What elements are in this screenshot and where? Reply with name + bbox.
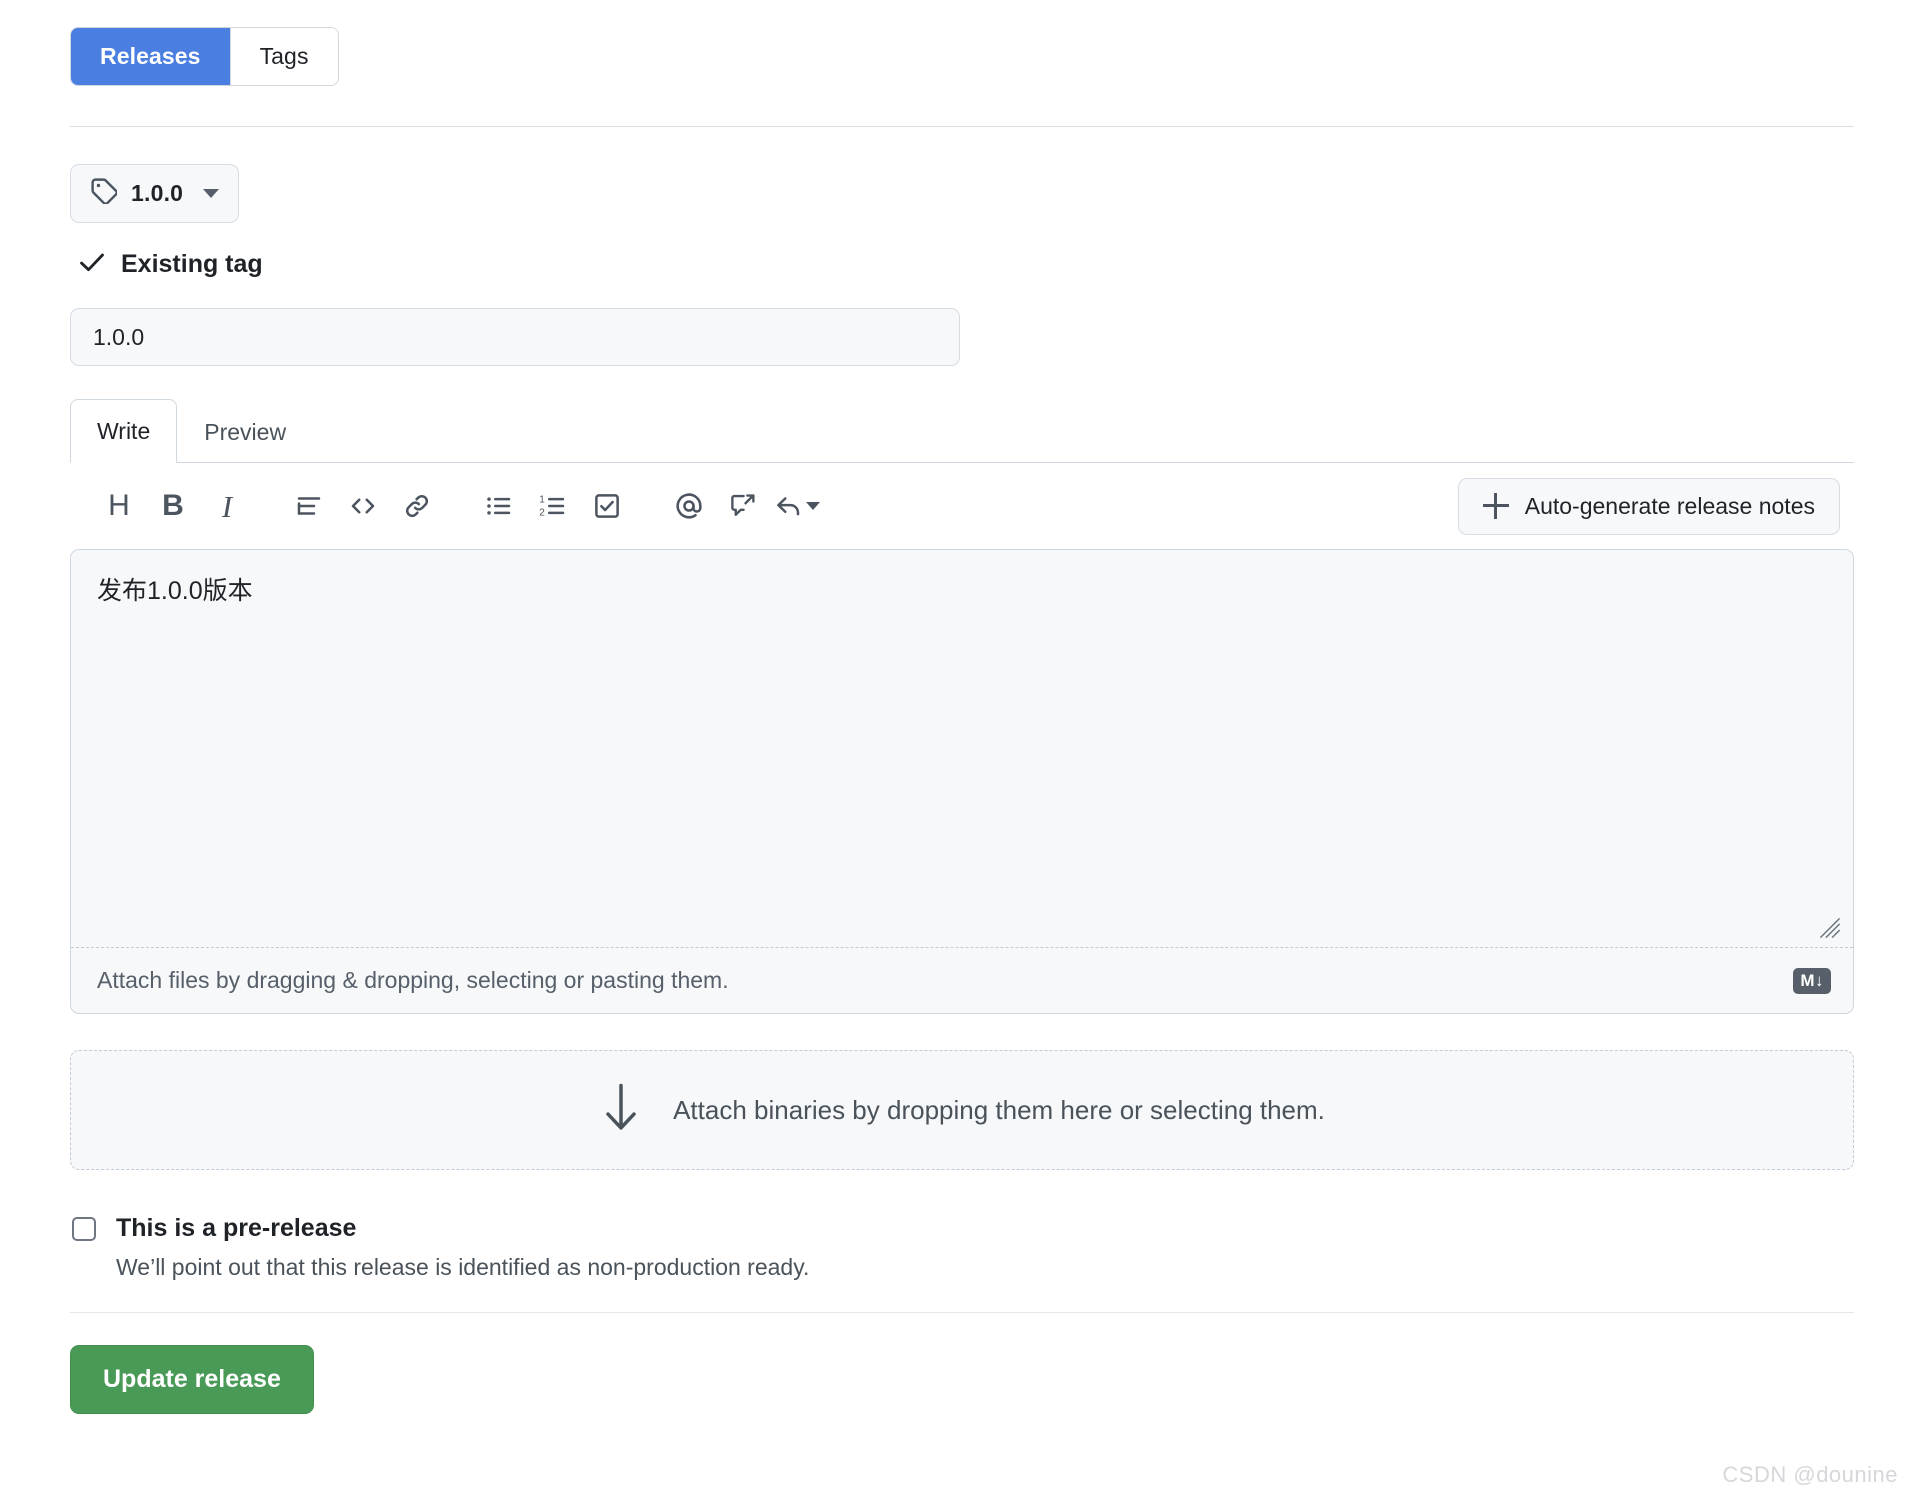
tab-releases[interactable]: Releases: [71, 28, 230, 85]
chevron-down-icon: [806, 502, 820, 510]
task-list-icon[interactable]: [580, 479, 634, 533]
tab-preview[interactable]: Preview: [177, 400, 313, 463]
italic-icon[interactable]: I: [200, 479, 254, 533]
submit-row: Update release: [70, 1345, 1854, 1414]
markdown-toolbar: H B I 1 2 Auto-generate release notes: [70, 463, 1854, 549]
watermark: CSDN @dounine: [1722, 1462, 1898, 1487]
releases-tags-nav: Releases Tags: [70, 0, 1854, 86]
tag-chooser-button[interactable]: 1.0.0: [70, 164, 240, 223]
mention-icon[interactable]: [662, 479, 716, 533]
bold-icon[interactable]: B: [146, 479, 200, 533]
existing-tag-status: Existing tag: [78, 248, 1854, 281]
toolbar-group-block: [282, 479, 444, 533]
heading-icon[interactable]: H: [92, 479, 146, 533]
attach-binaries-dropzone[interactable]: Attach binaries by dropping them here or…: [70, 1050, 1854, 1170]
tag-chooser-value: 1.0.0: [131, 180, 184, 206]
release-notes-text: 发布1.0.0版本: [97, 577, 253, 605]
chevron-down-icon: [203, 189, 220, 198]
markdown-icon[interactable]: M↓: [1793, 967, 1831, 994]
release-title-input[interactable]: 1.0.0: [70, 308, 960, 366]
tabs-underline: [70, 462, 1854, 463]
release-notes-editor: 发布1.0.0版本 Attach files by dragging & dro…: [70, 549, 1854, 1014]
release-notes-textarea[interactable]: 发布1.0.0版本: [71, 550, 1853, 947]
svg-text:2: 2: [539, 507, 545, 518]
check-icon: [78, 248, 106, 281]
content-wrapper: Releases Tags 1.0.0 Existing tag 1.0.0 W…: [0, 0, 1924, 1414]
toolbar-group-refs: [662, 479, 824, 533]
quote-icon[interactable]: [282, 479, 336, 533]
ordered-list-icon[interactable]: 1 2: [526, 479, 580, 533]
link-icon[interactable]: [390, 479, 444, 533]
editor-footer: Attach files by dragging & dropping, sel…: [71, 947, 1853, 1013]
prerelease-section: This is a pre-release We’ll point out th…: [70, 1214, 1854, 1281]
down-arrow-icon: [599, 1082, 643, 1139]
segmented-control: Releases Tags: [70, 27, 339, 86]
toolbar-group-text: H B I: [92, 479, 254, 533]
update-release-button[interactable]: Update release: [70, 1345, 314, 1414]
tag-chooser-row: 1.0.0: [70, 164, 1854, 223]
code-icon[interactable]: [336, 479, 390, 533]
auto-generate-label: Auto-generate release notes: [1524, 492, 1815, 519]
bottom-divider: [70, 1312, 1854, 1313]
auto-generate-release-notes-button[interactable]: Auto-generate release notes: [1457, 477, 1840, 535]
tab-tags[interactable]: Tags: [230, 28, 338, 85]
saved-reply-icon[interactable]: [770, 479, 824, 533]
tab-write[interactable]: Write: [70, 399, 178, 463]
tag-icon: [91, 178, 118, 209]
svg-text:1: 1: [539, 494, 545, 505]
toolbar-group-lists: 1 2: [472, 479, 634, 533]
existing-tag-label: Existing tag: [121, 250, 263, 278]
release-editor-page: Releases Tags 1.0.0 Existing tag 1.0.0 W…: [0, 0, 1924, 1504]
resize-handle-icon[interactable]: [1819, 917, 1841, 939]
attach-binaries-label: Attach binaries by dropping them here or…: [673, 1094, 1325, 1125]
prerelease-checkbox[interactable]: [72, 1216, 96, 1241]
release-title-value: 1.0.0: [93, 323, 145, 350]
unordered-list-icon[interactable]: [472, 479, 526, 533]
cross-reference-icon[interactable]: [716, 479, 770, 533]
plus-icon: [1482, 493, 1509, 519]
top-divider: [70, 126, 1854, 127]
editor-tabs: Write Preview: [70, 399, 1854, 463]
prerelease-row: This is a pre-release: [72, 1214, 1854, 1243]
attach-files-hint: Attach files by dragging & dropping, sel…: [97, 967, 729, 993]
prerelease-description: We’ll point out that this release is ide…: [116, 1254, 810, 1280]
prerelease-label: This is a pre-release: [116, 1214, 357, 1242]
